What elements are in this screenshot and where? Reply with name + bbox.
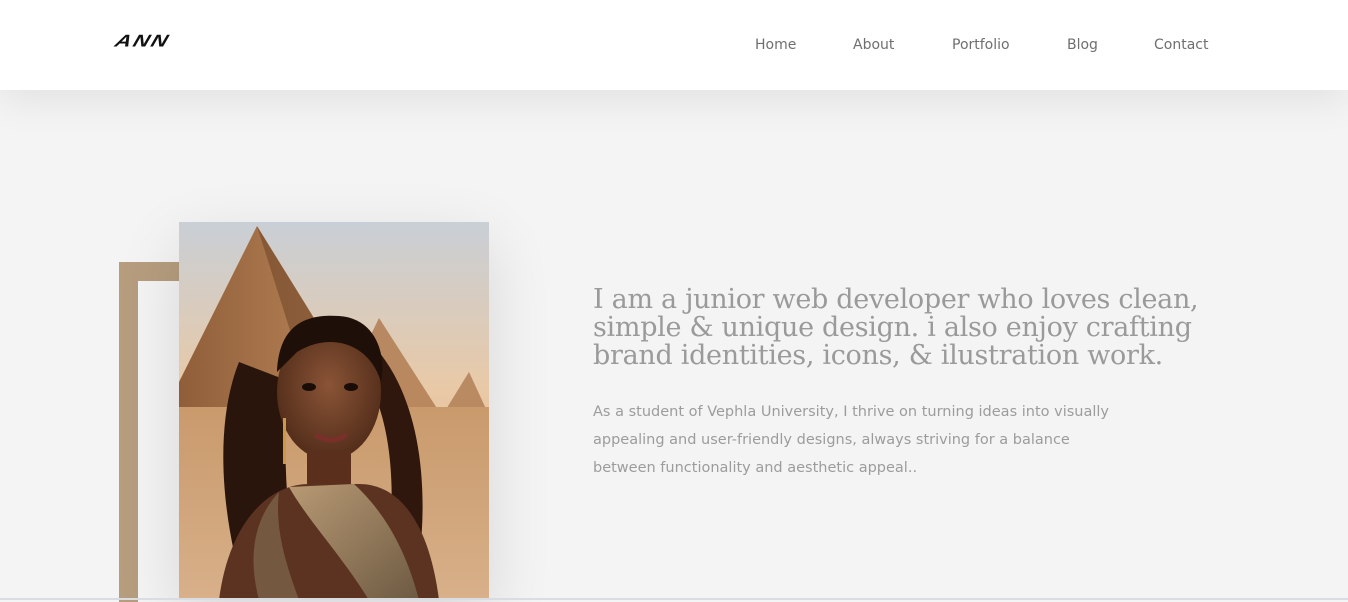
hero-bio: As a student of Vephla University, I thr… [593,404,1109,476]
section-divider [0,598,1348,600]
nav-blog-link[interactable]: Blog [1067,37,1098,53]
nav-home-link[interactable]: Home [755,37,796,53]
accent-frame [119,262,179,602]
nav-portfolio-link[interactable]: Portfolio [952,37,1010,53]
hero-headline: I am a junior web developer who loves cl… [593,284,1199,371]
nav-contact-link[interactable]: Contact [1154,37,1208,53]
portrait-photo [179,222,489,600]
nav-about-link[interactable]: About [853,37,894,53]
site-header: ANN Home About Portfolio Blog Contact [0,0,1348,90]
main-nav: Home About Portfolio Blog Contact [0,37,1348,57]
